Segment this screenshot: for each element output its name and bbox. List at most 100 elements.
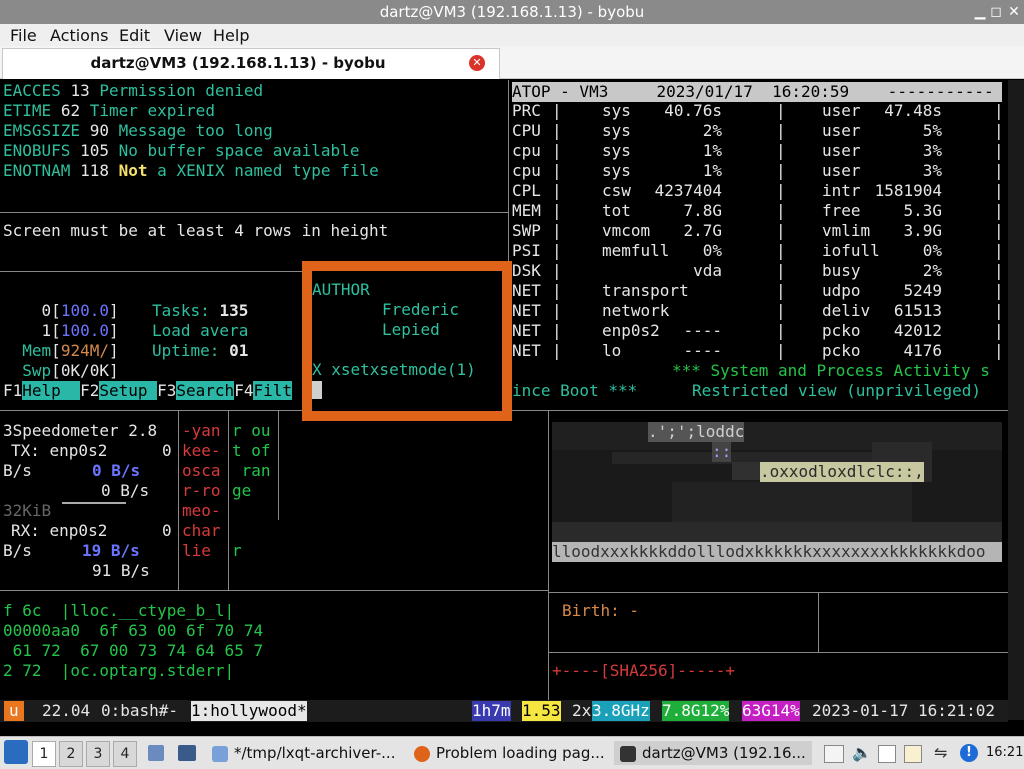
task-archiver[interactable]: */tmp/lxqt-archiver-... bbox=[212, 741, 395, 765]
file-manager-icon[interactable] bbox=[148, 745, 164, 761]
hexdump-line: 00000aa0 6f 63 00 6f 70 74 bbox=[3, 621, 264, 640]
author-heading: AUTHOR bbox=[312, 280, 370, 299]
clipboard-icon[interactable] bbox=[878, 745, 896, 763]
atop-separator: | bbox=[776, 161, 786, 180]
error-line: ENOTNAM 118 Not a XENIX named type file bbox=[3, 161, 379, 180]
info-icon[interactable]: ! bbox=[960, 744, 978, 762]
menu-actions[interactable]: Actions bbox=[50, 26, 108, 45]
atop-cell: CPL bbox=[512, 181, 541, 200]
error-line: EACCES 13 Permission denied bbox=[3, 81, 264, 100]
workspace-4[interactable]: 4 bbox=[113, 741, 137, 767]
atop-cell: pcko bbox=[822, 321, 861, 340]
terminal-tab[interactable]: dartz@VM3 (192.168.1.13) - byobu ✕ bbox=[2, 48, 500, 79]
start-menu-icon[interactable] bbox=[4, 740, 28, 764]
speedometer-rx-zero: 0 bbox=[162, 521, 172, 540]
speedometer-title: 3Speedometer 2.8 bbox=[3, 421, 158, 440]
atop-separator: | bbox=[776, 281, 786, 300]
atop-separator: | bbox=[994, 181, 1004, 200]
menu-help[interactable]: Help bbox=[213, 26, 249, 45]
fkey-f1[interactable]: F1 bbox=[3, 381, 22, 400]
terminal-icon bbox=[620, 745, 636, 762]
terminal-cursor bbox=[312, 381, 322, 399]
atop-separator: | bbox=[776, 201, 786, 220]
atop-separator: | bbox=[552, 181, 562, 200]
atop-cell: sys bbox=[602, 161, 631, 180]
speedometer-tx-rate2: 0 B/s bbox=[101, 481, 150, 500]
atop-separator: | bbox=[776, 181, 786, 200]
byobu-status-bar: u 22.04 0:bash#- 1:hollywood* 1h7m 1.53 … bbox=[0, 700, 1008, 722]
tab-close-icon[interactable]: ✕ bbox=[469, 55, 485, 71]
error-line: ENOBUFS 105 No buffer space available bbox=[3, 141, 360, 160]
workspace-3[interactable]: 3 bbox=[86, 741, 110, 767]
close-icon[interactable]: ✕ bbox=[1004, 2, 1024, 22]
fkey-help[interactable]: Help bbox=[22, 381, 81, 400]
status-disk: 63G14% bbox=[742, 701, 800, 721]
terminal-area[interactable]: EACCES 13 Permission denied ETIME 62 Tim… bbox=[0, 80, 1008, 720]
atop-separator: | bbox=[994, 301, 1004, 320]
atop-cell: 2.7G bbox=[683, 221, 722, 240]
taskbar-clock[interactable]: 16:21 bbox=[986, 741, 1023, 765]
window-titlebar[interactable]: dartz@VM3 (192.168.1.13) - byobu ▁ ◻ ✕ bbox=[0, 0, 1024, 24]
workspace-1[interactable]: 1 bbox=[32, 741, 56, 767]
scrollbar[interactable] bbox=[1008, 80, 1024, 720]
fkey-search[interactable]: Search bbox=[176, 381, 235, 400]
atop-cell: intr bbox=[822, 181, 861, 200]
htop-mem: Mem[924M/] bbox=[22, 341, 119, 360]
volume-icon[interactable]: 🔈 bbox=[852, 743, 872, 762]
atop-cell: busy bbox=[822, 261, 861, 280]
atop-separator: | bbox=[776, 341, 786, 360]
atop-cell: 40.76s bbox=[664, 101, 722, 120]
fkey-setup[interactable]: Setup bbox=[99, 381, 158, 400]
cowsay-line: r-ro bbox=[182, 481, 221, 500]
htop-uptime: Uptime: 01 bbox=[152, 341, 249, 360]
pane-divider bbox=[548, 592, 1008, 593]
author-name: Lepied bbox=[382, 320, 440, 339]
atop-separator: | bbox=[552, 321, 562, 340]
menu-edit[interactable]: Edit bbox=[119, 26, 150, 45]
atop-cell: 42012 bbox=[893, 321, 942, 340]
fkey-f3[interactable]: F3 bbox=[157, 381, 176, 400]
status-window-0[interactable]: 0:bash#- bbox=[101, 701, 178, 721]
sha-line: +----[SHA256]-----+ bbox=[552, 661, 736, 680]
atop-cell: 5249 bbox=[903, 281, 942, 300]
show-desktop-icon[interactable] bbox=[178, 745, 196, 761]
menu-file[interactable]: File bbox=[10, 26, 37, 45]
atop-cell: NET bbox=[512, 301, 541, 320]
taskbar: 1 2 3 4 */tmp/lxqt-archiver-... Problem … bbox=[0, 736, 1024, 769]
status-load: 22.04 bbox=[42, 701, 91, 720]
network-icon[interactable]: ⇋ bbox=[934, 743, 947, 762]
task-terminal[interactable]: dartz@VM3 (192.16... bbox=[614, 741, 812, 765]
atop-cell: free bbox=[822, 201, 861, 220]
atop-cell: 2% bbox=[922, 261, 942, 280]
ascii-art-line: lloodxxxkkkkddolllodxkkkkkkxxxxxxxxkkkkk… bbox=[552, 542, 986, 561]
fkey-f4[interactable]: F4 bbox=[234, 381, 253, 400]
author-name: Frederic bbox=[382, 300, 460, 319]
atop-cell: 0% bbox=[702, 241, 722, 260]
fkey-filter[interactable]: Filt bbox=[253, 381, 292, 400]
status-memory: 7.8G12% bbox=[662, 701, 730, 721]
atop-cell: 5% bbox=[922, 121, 942, 140]
keyboard-icon[interactable] bbox=[824, 745, 844, 763]
atop-separator: | bbox=[552, 141, 562, 160]
atop-separator: | bbox=[994, 281, 1004, 300]
atop-separator: | bbox=[552, 261, 562, 280]
fortune-line: r ou bbox=[232, 421, 271, 440]
workspace-2[interactable]: 2 bbox=[59, 741, 83, 767]
atop-cell: cpu bbox=[512, 161, 541, 180]
menu-view[interactable]: View bbox=[164, 26, 202, 45]
fkey-f2[interactable]: F2 bbox=[80, 381, 99, 400]
atop-separator: | bbox=[552, 201, 562, 220]
cowsay-line: kee- bbox=[182, 441, 221, 460]
atop-separator: | bbox=[776, 241, 786, 260]
maximize-icon[interactable]: ◻ bbox=[986, 2, 1006, 22]
notes-icon[interactable] bbox=[904, 745, 922, 763]
tab-label: dartz@VM3 (192.168.1.13) - byobu bbox=[90, 54, 386, 72]
atop-header: ATOP - VM3 2023/01/17 16:20:59 ---------… bbox=[512, 82, 1002, 102]
pane-divider bbox=[818, 592, 819, 652]
atop-cell: cpu bbox=[512, 141, 541, 160]
status-window-1[interactable]: 1:hollywood* bbox=[191, 701, 307, 721]
status-datetime: 2023-01-17 16:21:02 bbox=[812, 701, 996, 720]
task-browser[interactable]: Problem loading pag... bbox=[414, 741, 605, 765]
atop-cell: network bbox=[602, 301, 670, 320]
atop-restricted: Restricted view (unprivileged) bbox=[692, 381, 981, 400]
